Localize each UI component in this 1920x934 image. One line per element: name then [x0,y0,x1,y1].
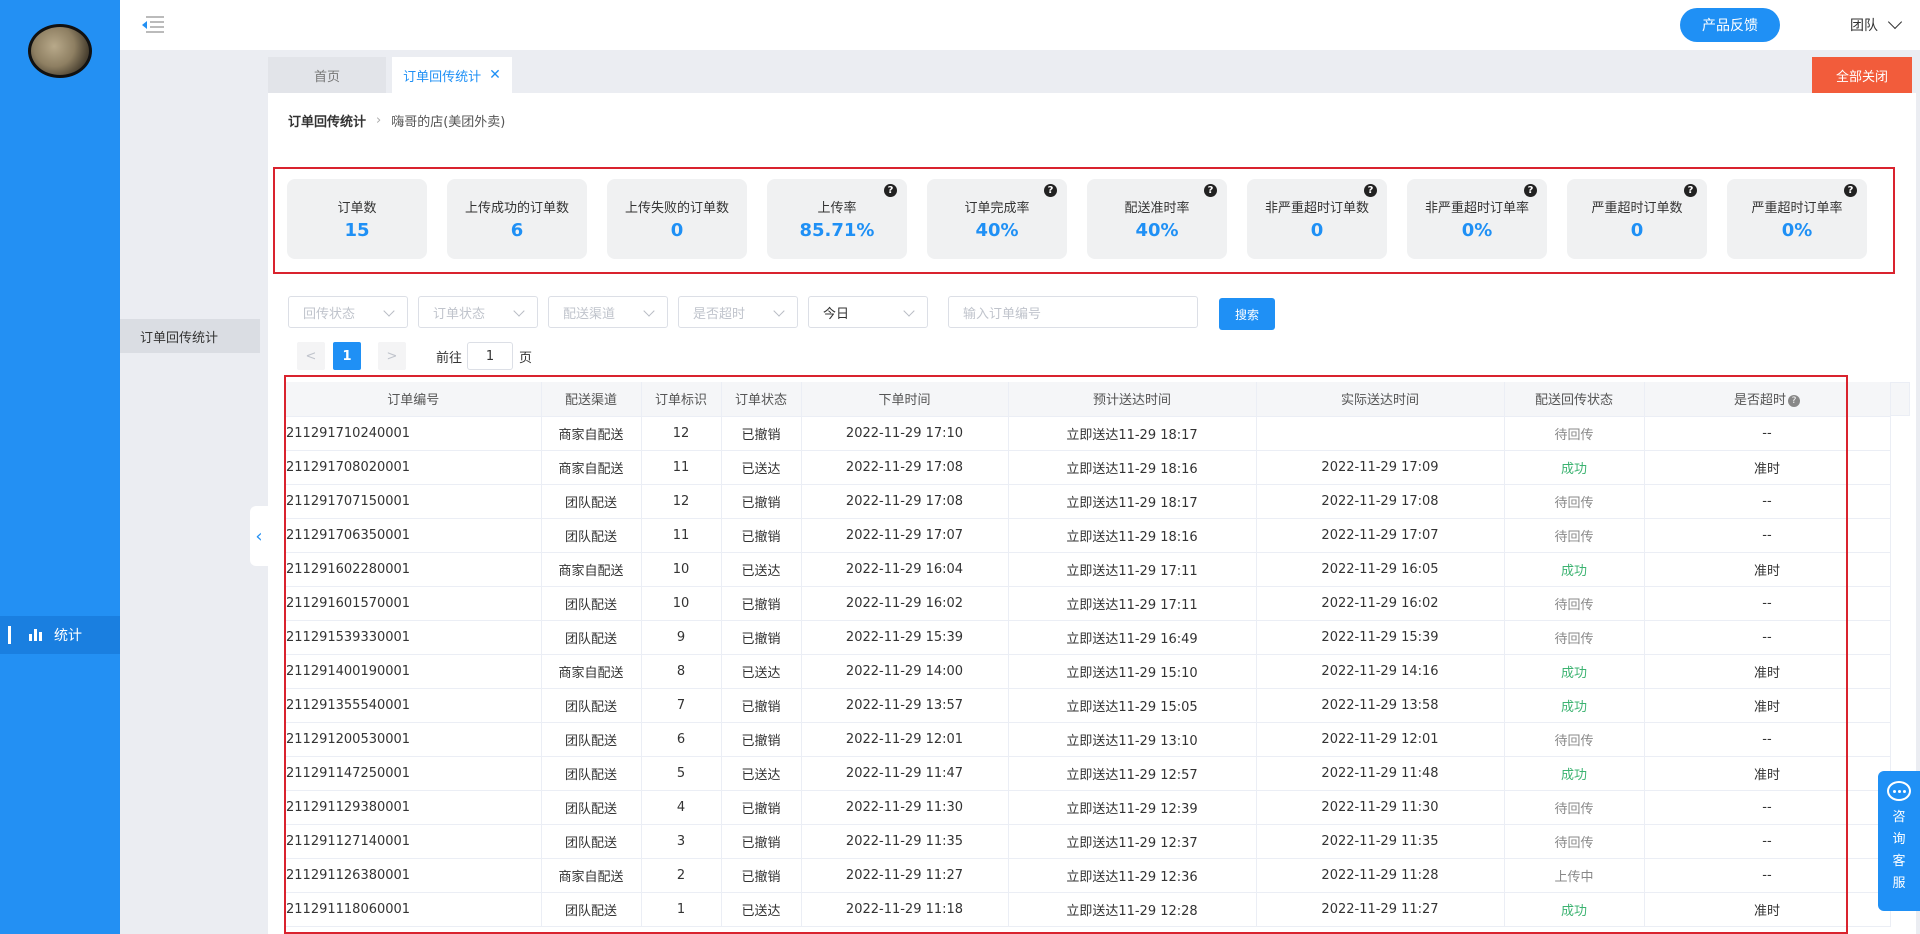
page-suffix-label: 页 [519,351,533,366]
tab-active-label: 订单回传统计 [403,69,482,85]
tab-home[interactable]: 首页 [268,57,386,93]
stat-label: 严重超时订单率 [1751,201,1843,216]
help-icon[interactable]: ? [1364,184,1377,197]
stat-card: ? 上传率 85.71% [767,179,907,259]
bar-chart-icon [29,629,42,641]
customer-service-label: 咨询客服 [1892,810,1906,891]
stat-label: 订单数 [337,201,377,216]
help-icon[interactable]: ? [1844,184,1857,197]
stat-card: ? 严重超时订单率 0% [1727,179,1867,259]
feedback-button[interactable]: 产品反馈 [1680,8,1780,42]
tab-home-label: 首页 [313,69,340,85]
upload-status-select[interactable]: 回传状态 [288,296,408,328]
sidebar-item-label: 统计 [54,628,82,644]
timeout-select[interactable]: 是否超时 [678,296,798,328]
table-highlight-frame [284,375,1848,934]
team-label: 团队 [1850,18,1878,34]
help-icon[interactable]: ? [884,184,897,197]
stat-label: 非严重超时订单数 [1264,201,1369,216]
search-button[interactable]: 搜索 [1219,298,1275,330]
main-panel: 订单回传统计 › 嗨哥的店(美团外卖) 订单数 15 上传成功的订单数 6 上传… [268,93,1916,934]
top-header: 产品反馈 团队 [120,0,1920,50]
stat-label: 上传失败的订单数 [624,201,729,216]
delivery-channel-select[interactable]: 配送渠道 [548,296,668,328]
stat-value: 0 [670,220,684,241]
stat-value: 0% [1461,220,1493,241]
help-icon[interactable]: ? [1684,184,1697,197]
stat-label: 上传成功的订单数 [464,201,569,216]
stat-card: ? 非严重超时订单率 0% [1407,179,1547,259]
stat-value: 40% [975,220,1019,241]
stat-card: 订单数 15 [287,179,427,259]
chevron-left-icon[interactable]: ‹ [250,506,268,566]
stat-label: 非严重超时订单率 [1424,201,1529,216]
chat-bubble-icon [1887,781,1911,801]
stat-value: 15 [344,220,370,241]
menu-collapse-icon[interactable] [142,16,164,34]
sidebar-item-stats[interactable]: 统计 [0,616,120,654]
stat-card: 上传成功的订单数 6 [447,179,587,259]
help-icon[interactable]: ? [1044,184,1057,197]
stat-value: 40% [1135,220,1179,241]
stat-card: ? 订单完成率 40% [927,179,1067,259]
sidebar: 统计 [0,0,120,934]
subside-item-order-upload-stats[interactable]: 订单回传统计 [120,319,260,353]
stat-card: 上传失败的订单数 0 [607,179,747,259]
stat-label: 配送准时率 [1124,201,1190,216]
close-icon[interactable]: ✕ [489,67,501,83]
stat-value: 85.71% [799,220,875,241]
stat-card: ? 非严重超时订单数 0 [1247,179,1387,259]
page-number-1[interactable]: 1 [333,342,361,370]
order-status-select[interactable]: 订单状态 [418,296,538,328]
active-indicator [8,626,11,644]
stat-value: 6 [510,220,524,241]
stats-panel: 订单数 15 上传成功的订单数 6 上传失败的订单数 0 ? 上传率 85.71… [273,167,1895,274]
close-all-button[interactable]: 全部关闭 [1812,57,1912,93]
avatar[interactable] [28,24,92,78]
team-dropdown[interactable]: 团队 [1850,14,1903,35]
stat-label: 严重超时订单数 [1591,201,1683,216]
breadcrumb-separator-icon: › [376,113,382,128]
stat-value: 0% [1781,220,1813,241]
order-number-input[interactable]: 输入订单编号 [948,296,1198,328]
stat-value: 0 [1310,220,1324,241]
breadcrumb: 订单回传统计 › 嗨哥的店(美团外卖) [288,111,505,130]
tabs-bar: 首页 订单回传统计 ✕ [268,57,1920,93]
help-icon[interactable]: ? [1524,184,1537,197]
next-page-button[interactable]: > [378,342,406,370]
stat-label: 上传率 [817,201,857,216]
tab-order-upload-stats[interactable]: 订单回传统计 ✕ [392,57,512,93]
stat-card: ? 配送准时率 40% [1087,179,1227,259]
breadcrumb-title: 订单回传统计 [288,115,367,130]
stat-label: 订单完成率 [964,201,1030,216]
date-range-select[interactable]: 今日 [808,296,928,328]
goto-label: 前往 [436,351,463,366]
stat-card: ? 严重超时订单数 0 [1567,179,1707,259]
secondary-sidebar: 订单回传统计 [120,50,268,934]
chevron-down-icon [1887,14,1903,30]
help-icon[interactable]: ? [1204,184,1217,197]
breadcrumb-store: 嗨哥的店(美团外卖) [391,115,506,130]
stat-value: 0 [1630,220,1644,241]
customer-service-button[interactable]: 咨询客服 [1878,771,1920,911]
goto-page-input[interactable]: 1 [467,342,513,370]
prev-page-button[interactable]: < [297,342,325,370]
